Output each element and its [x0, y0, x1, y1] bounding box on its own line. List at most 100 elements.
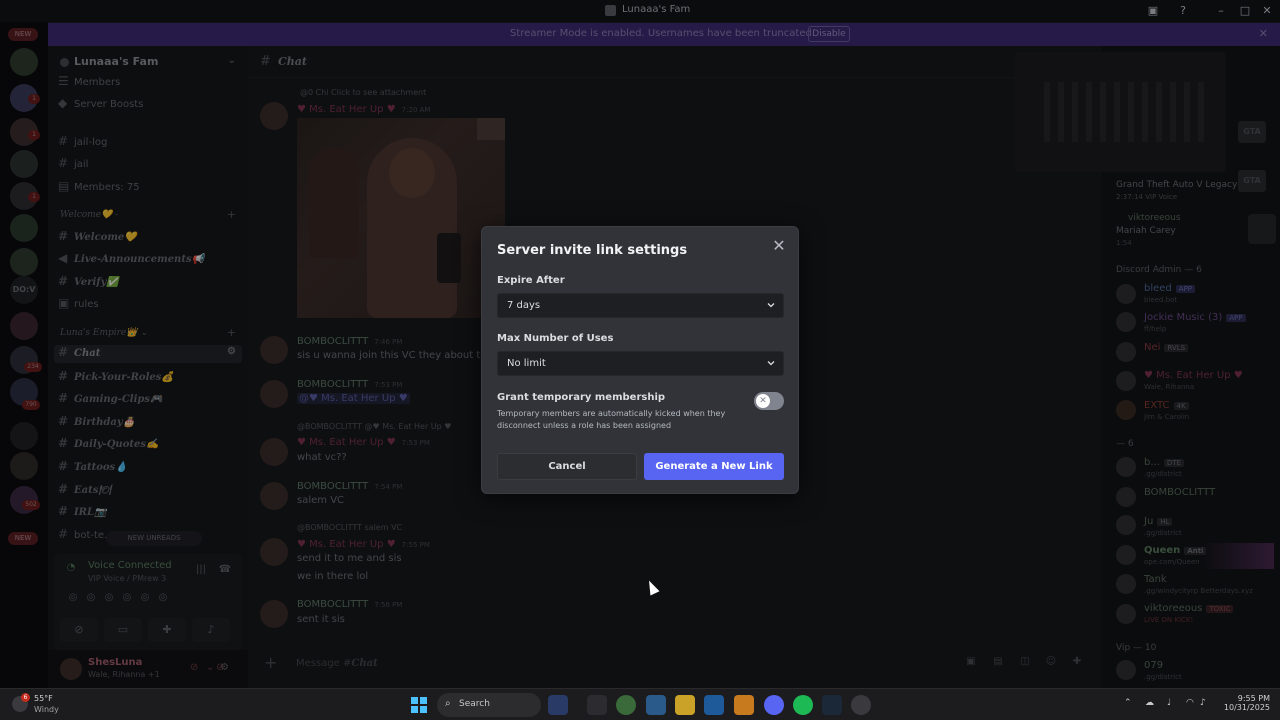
sidebar-item-server-boosts[interactable]: ◆ Server Boosts — [58, 96, 143, 114]
avatar[interactable] — [260, 336, 288, 364]
noise-suppression-icon[interactable]: ||| — [194, 564, 208, 578]
server-icon[interactable] — [10, 312, 38, 340]
image-attachment[interactable] — [297, 118, 505, 318]
reply-preview[interactable]: @BOMBOCLITTT salem VC — [297, 523, 402, 532]
message-author[interactable]: BOMBOCLITTT 7:53 PM — [297, 379, 402, 390]
new-pill-top[interactable]: NEW — [8, 28, 38, 41]
avatar[interactable] — [60, 658, 82, 680]
avatar[interactable] — [260, 600, 288, 628]
member-name[interactable]: Ju HL — [1144, 516, 1173, 527]
avatar[interactable] — [1116, 515, 1136, 535]
discord-icon[interactable] — [764, 695, 784, 715]
channel-member-count[interactable]: ▤ Members: 75 — [58, 179, 140, 197]
microphone-icon[interactable]: ♩ — [1167, 698, 1171, 708]
server-icon[interactable] — [10, 248, 38, 276]
member-name[interactable]: b... DTE — [1144, 457, 1184, 468]
avatar[interactable] — [260, 438, 288, 466]
emoji-icon[interactable]: ☺ — [1044, 656, 1058, 670]
soundboard-button[interactable]: ♪ — [192, 618, 230, 642]
member-name[interactable]: Queen Anti — [1144, 545, 1207, 556]
message-author[interactable]: ♥ Ms. Eat Her Up ♥ 7:20 AM — [297, 104, 430, 115]
weather-temperature[interactable]: 55°F — [34, 694, 53, 703]
avatar[interactable] — [1116, 660, 1136, 680]
avatar[interactable] — [1116, 457, 1136, 477]
channel-rules[interactable]: ▣ rules — [58, 296, 99, 314]
settings-gear-icon[interactable]: ⚙ — [220, 662, 234, 676]
channel-jail-log[interactable]: # jail-log — [58, 134, 107, 152]
activity-icon[interactable]: ◎ — [156, 592, 170, 606]
category-welcome[interactable]: Welcome💛 - — [60, 210, 118, 220]
activities-button[interactable]: ✚ — [148, 618, 186, 642]
maximize-button[interactable]: □ — [1237, 3, 1253, 19]
member-name[interactable]: EXTC 4K — [1144, 400, 1189, 411]
activity-icon[interactable]: ◎ — [102, 592, 116, 606]
avatar[interactable] — [1116, 400, 1136, 420]
channel-tattoos[interactable]: # Tattoos💧 — [58, 459, 128, 477]
avatar[interactable] — [260, 538, 288, 566]
taskbar-search[interactable]: ⌕ Search — [437, 693, 541, 717]
member-name[interactable]: Nei RVLS — [1144, 342, 1189, 353]
guild-name[interactable]: Lunaaa's Fam — [74, 55, 158, 68]
activity-icon[interactable]: ◎ — [84, 592, 98, 606]
channel-irl[interactable]: # IRL📷 — [58, 504, 106, 522]
member-name[interactable]: viktoreeous TOXIC — [1144, 603, 1234, 614]
channel-chat-active[interactable]: # Chat ⚙ — [54, 345, 242, 363]
sidebar-item-members[interactable]: ☰ Members — [58, 74, 120, 92]
disable-streamer-mode-button[interactable]: Disable — [808, 26, 850, 42]
member-name[interactable]: ♥ Ms. Eat Her Up ♥ — [1144, 370, 1243, 381]
gift-icon[interactable]: ▣ — [964, 656, 978, 670]
message-author[interactable]: BOMBOCLITTT 7:54 PM — [297, 481, 402, 492]
chrome-icon[interactable] — [616, 695, 636, 715]
reply-preview[interactable]: @0 Chi Click to see attachment — [300, 88, 426, 97]
wifi-icon[interactable]: ◠ — [1186, 698, 1194, 708]
app-icon[interactable] — [851, 695, 871, 715]
activity-song[interactable]: Mariah Carey — [1116, 226, 1176, 236]
avatar[interactable] — [260, 482, 288, 510]
member-name[interactable]: Tank — [1144, 574, 1167, 585]
server-icon[interactable] — [10, 214, 38, 242]
server-icon[interactable] — [10, 452, 38, 480]
channel-eats[interactable]: # Eats🍽 — [58, 482, 111, 500]
inbox-icon[interactable]: ▣ — [1145, 3, 1161, 19]
add-channel-icon[interactable]: + — [227, 208, 236, 221]
message-author[interactable]: BOMBOCLITTT 7:56 PM — [297, 599, 402, 610]
avatar[interactable] — [1116, 545, 1136, 565]
mic-muted-icon[interactable]: ⊘ — [190, 662, 204, 676]
channel-verify[interactable]: # Verify✅ — [58, 274, 119, 292]
channel-birthday[interactable]: # Birthday🎂 — [58, 414, 135, 432]
app-icon[interactable] — [734, 695, 754, 715]
channel-daily-quotes[interactable]: # Daily-Quotes✍ — [58, 436, 158, 454]
activity-icon[interactable]: ◎ — [138, 592, 152, 606]
avatar[interactable] — [1116, 342, 1136, 362]
spotify-icon[interactable] — [793, 695, 813, 715]
weather-condition[interactable]: Windy — [34, 705, 59, 714]
member-name[interactable]: BOMBOCLITTT — [1144, 487, 1215, 498]
message-composer[interactable]: + Message #Chat ▣ ▤ ◫ ☺ ✚ — [260, 652, 1090, 676]
new-pill-bottom[interactable]: NEW — [8, 532, 38, 545]
user-mention[interactable]: @♥ Ms. Eat Her Up ♥ — [297, 393, 410, 404]
chevron-down-icon[interactable]: ⌄ — [228, 55, 236, 66]
channel-gaming-clips[interactable]: # Gaming-Clips🎮 — [58, 391, 162, 409]
member-name[interactable]: bleed APP — [1144, 283, 1196, 294]
tray-chevron-icon[interactable]: ⌃ — [1124, 698, 1132, 708]
message-author[interactable]: ♥ Ms. Eat Her Up ♥ 7:53 PM — [297, 437, 430, 448]
gif-icon[interactable]: ▤ — [991, 656, 1005, 670]
avatar[interactable] — [1116, 284, 1136, 304]
voice-status[interactable]: Voice Connected — [88, 560, 172, 571]
minimize-button[interactable]: – — [1213, 3, 1229, 19]
message-author[interactable]: ♥ Ms. Eat Her Up ♥ 7:55 PM — [297, 539, 430, 550]
clock[interactable]: 9:55 PM 10/31/2025 — [1214, 694, 1270, 712]
stream-preview[interactable] — [1014, 52, 1226, 172]
activity-game[interactable]: Grand Theft Auto V Legacy — [1116, 180, 1237, 190]
server-icon-dov[interactable]: DO:V — [10, 276, 38, 304]
gear-icon[interactable]: ⚙ — [227, 346, 236, 357]
server-icon[interactable] — [10, 422, 38, 450]
store-icon[interactable] — [704, 695, 724, 715]
close-window-button[interactable]: ✕ — [1259, 3, 1275, 19]
camera-off-button[interactable]: ⊘ — [60, 618, 98, 642]
reply-preview[interactable]: @BOMBOCLITTT @♥ Ms. Eat Her Up ♥ — [297, 422, 451, 431]
activity-icon[interactable]: ◎ — [66, 592, 80, 606]
activity-icon[interactable]: ◎ — [120, 592, 134, 606]
steam-icon[interactable] — [822, 695, 842, 715]
screen-share-button[interactable]: ▭ — [104, 618, 142, 642]
